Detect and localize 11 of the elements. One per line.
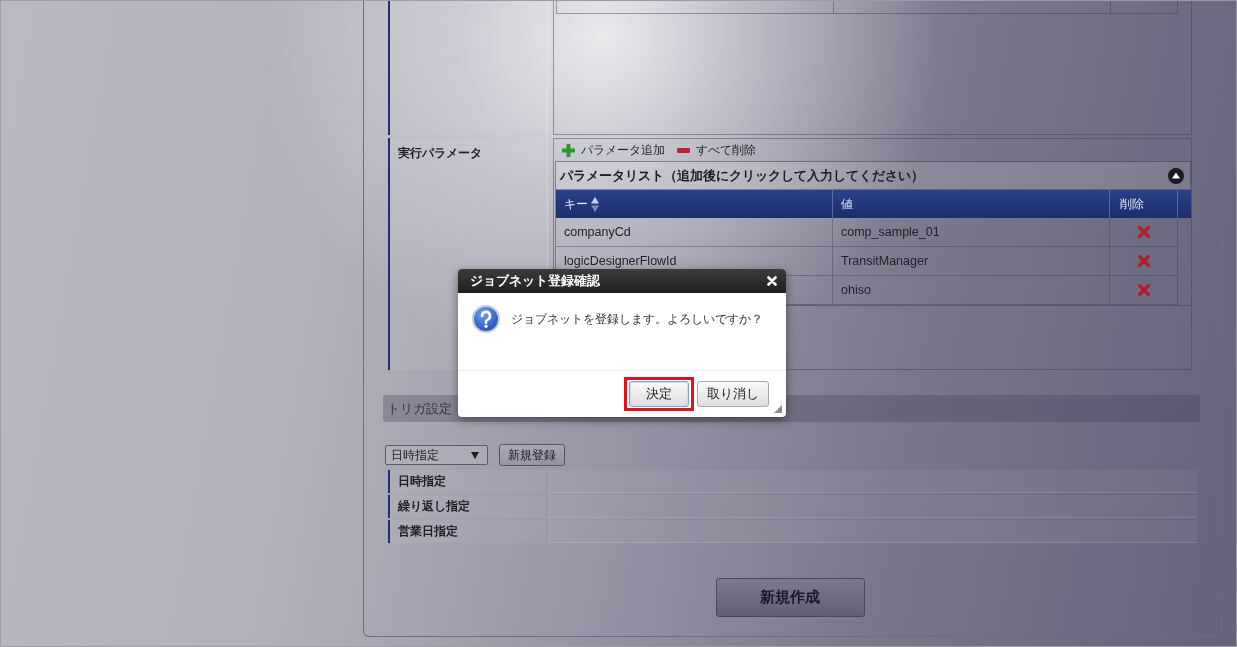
table-cell: companyCd: [556, 218, 833, 247]
table-cell: ohiso: [833, 276, 1110, 305]
table-cell: comp_sample_01: [833, 218, 1110, 247]
field-label: 日時指定: [388, 470, 545, 493]
field-label: 繰り返し指定: [388, 495, 545, 518]
table-cell: TransitManager: [833, 247, 1110, 276]
field-label: 営業日指定: [388, 520, 545, 543]
dialog-message: ジョブネットを登録します。よろしいですか？: [511, 311, 763, 328]
column-header: 値: [833, 190, 1110, 218]
column-header: 削除: [1110, 190, 1178, 218]
list-title: パラメータリスト（追加後にクリックして入力してください）: [560, 166, 924, 185]
